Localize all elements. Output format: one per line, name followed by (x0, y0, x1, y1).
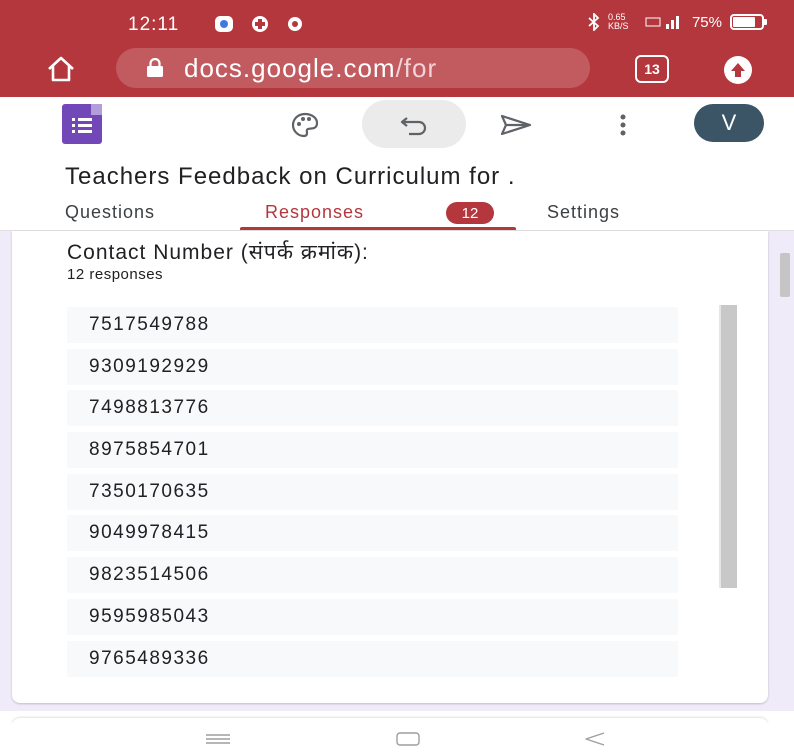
more-options-button[interactable] (601, 103, 645, 147)
google-forms-logo[interactable] (62, 104, 102, 144)
question-title: Contact Number (संपर्क क्रमांक): (67, 241, 369, 264)
undo-icon-wrap[interactable] (392, 103, 436, 147)
system-nav-bar (0, 723, 794, 753)
account-avatar[interactable]: V (694, 104, 764, 142)
response-item: 9049978415 (67, 515, 678, 552)
response-item: 9595985043 (67, 598, 678, 635)
responses-count-badge: 12 (446, 202, 494, 224)
status-right: 0.65 KB/S 75% (588, 12, 767, 31)
page-scrollbar[interactable] (780, 253, 790, 297)
back-icon (585, 732, 605, 746)
battery-percent: 75% (691, 13, 722, 31)
response-item: 8975854701 (67, 432, 678, 469)
signal-icon (645, 16, 679, 29)
customize-theme-button[interactable] (283, 103, 327, 147)
tab-switcher-button[interactable]: 13 (635, 55, 669, 83)
response-count: 12 responses (67, 266, 164, 283)
back-nav-button[interactable] (580, 729, 610, 749)
palette-icon (291, 112, 319, 138)
form-title: Teachers Feedback on Curriculum for . (65, 163, 516, 190)
forms-toolbar: V (0, 97, 794, 153)
recent-apps-button[interactable] (203, 729, 233, 749)
tab-responses[interactable]: Responses (265, 202, 364, 223)
app-notification-icon (215, 16, 233, 32)
response-list[interactable]: 7517549788 9309192929 7498813776 8975854… (67, 307, 678, 682)
browser-chrome: 12:11 0.65 KB/S 75% docs.google.com/for … (0, 0, 794, 97)
vpn-notification-icon (288, 17, 302, 31)
send-icon (500, 114, 532, 136)
square-icon (396, 732, 420, 746)
battery-icon (730, 14, 767, 30)
undo-icon (400, 117, 427, 136)
response-item: 7350170635 (67, 473, 678, 510)
response-item: 9823514506 (67, 557, 678, 594)
network-speed: 0.65 KB/S (607, 12, 629, 31)
response-item: 7498813776 (67, 390, 678, 427)
response-item: 9765489336 (67, 640, 678, 677)
tab-settings[interactable]: Settings (547, 202, 620, 223)
upload-arrow-icon (731, 63, 745, 77)
home-icon[interactable] (46, 55, 76, 83)
response-list-scrollbar[interactable] (719, 305, 737, 588)
url-text: docs.google.com/for (184, 53, 437, 84)
url-host: docs.google.com (184, 52, 396, 83)
home-nav-button[interactable] (393, 729, 423, 749)
status-time: 12:11 (128, 14, 180, 35)
more-vert-icon (620, 114, 626, 136)
chat-notification-icon (252, 16, 268, 32)
bluetooth-icon (588, 13, 600, 31)
url-path: /for (395, 52, 438, 83)
menu-icon (206, 734, 230, 744)
send-button[interactable] (494, 103, 538, 147)
lock-icon (147, 58, 163, 77)
status-bar: 12:11 0.65 KB/S 75% (0, 0, 794, 46)
extension-icon[interactable] (724, 56, 752, 84)
response-item: 7517549788 (67, 307, 678, 343)
url-bar[interactable]: docs.google.com/for (116, 48, 590, 88)
tab-questions[interactable]: Questions (65, 202, 155, 223)
response-item: 9309192929 (67, 348, 678, 385)
